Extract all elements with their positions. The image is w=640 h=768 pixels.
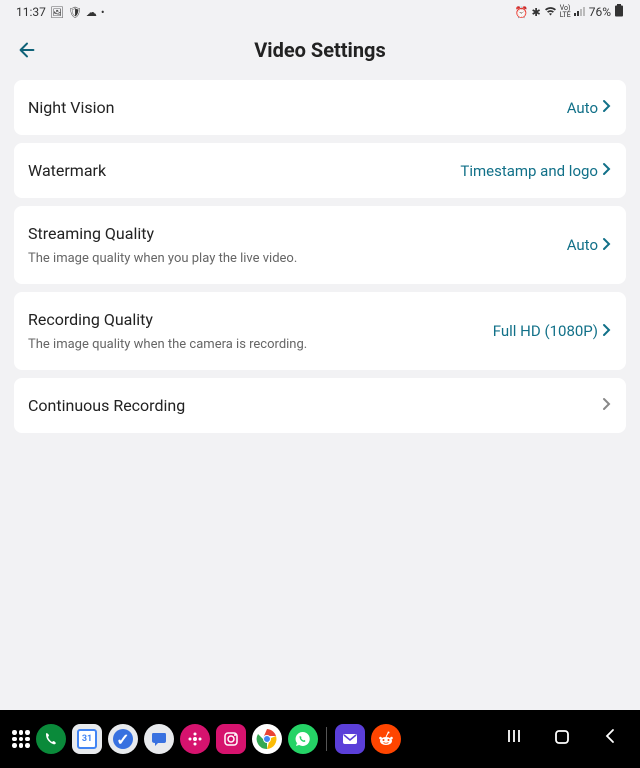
image-icon: 🖼 [50,6,64,19]
dock-app-gallery[interactable] [180,724,210,754]
status-bar: 11:37 🖼 🛡 ☁ • ⏰ ✱ Vo)LTE 76% [0,0,640,24]
header: Video Settings [0,24,640,80]
wifi-icon [544,6,557,19]
setting-sublabel: The image quality when the camera is rec… [28,337,493,352]
setting-streaming-quality[interactable]: Streaming Quality The image quality when… [14,206,626,284]
back-button[interactable] [16,39,38,61]
chevron-right-icon [602,236,612,255]
setting-label: Night Vision [28,98,567,117]
apps-button[interactable] [12,730,30,748]
setting-watermark[interactable]: Watermark Timestamp and logo [14,143,626,198]
dock-app-messages[interactable] [144,724,174,754]
setting-label: Recording Quality [28,310,493,329]
cloud-icon: ☁ [86,6,97,19]
nav-back[interactable] [600,728,620,750]
dock: 31 ✓ [0,710,640,768]
battery-icon [614,4,624,20]
shield-icon: 🛡 [68,6,82,19]
chevron-right-icon [602,161,612,180]
chevron-right-icon [602,396,612,415]
dock-app-whatsapp[interactable] [288,724,318,754]
page-title: Video Settings [16,38,624,62]
setting-value: Timestamp and logo [460,162,598,180]
chevron-right-icon [602,322,612,341]
setting-night-vision[interactable]: Night Vision Auto [14,80,626,135]
setting-label: Watermark [28,161,460,180]
dock-divider [326,727,327,751]
dock-app-reddit[interactable] [371,724,401,754]
dock-app-tasks[interactable]: ✓ [108,724,138,754]
dock-app-chrome[interactable] [252,724,282,754]
setting-value: Auto [567,236,598,254]
setting-value: Full HD (1080P) [493,322,598,340]
battery-percent: 76% [589,5,611,19]
status-time: 11:37 [16,5,46,19]
chevron-right-icon [602,98,612,117]
setting-continuous-recording[interactable]: Continuous Recording [14,378,626,433]
dock-app-instagram[interactable] [216,724,246,754]
dock-app-phone[interactable] [36,724,66,754]
setting-recording-quality[interactable]: Recording Quality The image quality when… [14,292,626,370]
dock-app-mail[interactable] [335,724,365,754]
dock-app-calendar[interactable]: 31 [72,724,102,754]
nav-recent[interactable] [504,728,524,750]
setting-label: Continuous Recording [28,396,602,415]
dot-icon: • [101,6,105,19]
signal-icon [574,6,586,19]
setting-sublabel: The image quality when you play the live… [28,251,567,266]
setting-value: Auto [567,99,598,117]
alarm-icon: ⏰ [515,6,529,19]
bluetooth-icon: ✱ [532,6,541,19]
settings-list: Night Vision Auto Watermark Timestamp an… [0,80,640,433]
volte-icon: Vo)LTE [560,5,571,19]
setting-label: Streaming Quality [28,224,567,243]
nav-home[interactable] [552,728,572,750]
